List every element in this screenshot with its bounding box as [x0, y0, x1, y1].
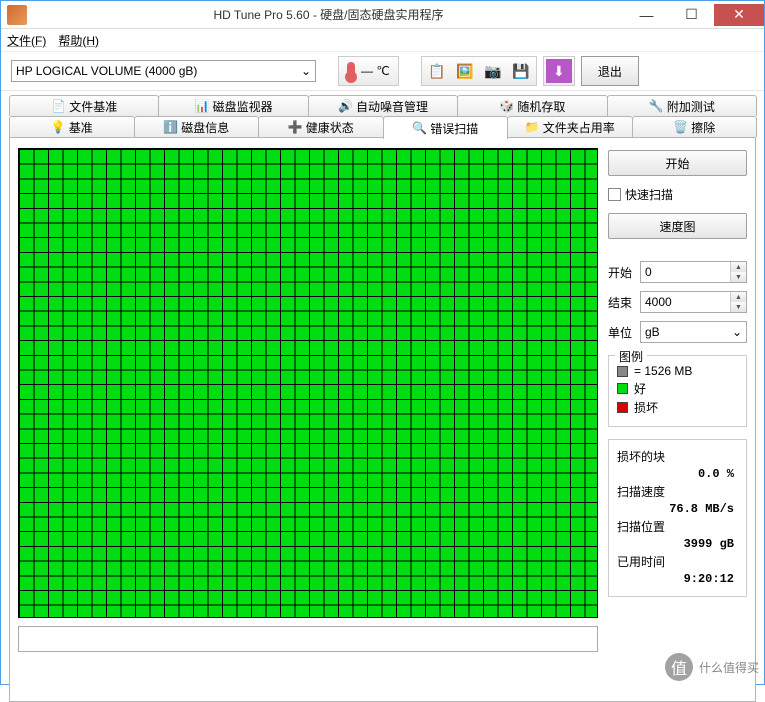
- tab-label: 错误扫描: [430, 120, 478, 137]
- menubar: 文件(F) 帮助(H): [1, 29, 764, 51]
- menu-help[interactable]: 帮助(H): [58, 32, 99, 49]
- legend-good-icon: [617, 383, 628, 394]
- legend-bad-icon: [617, 402, 628, 413]
- tab-磁盘监视器[interactable]: 📊 磁盘监视器: [158, 95, 308, 116]
- quickscan-label: 快速扫描: [625, 186, 673, 203]
- tab-label: 磁盘监视器: [213, 98, 273, 115]
- speed-value: 76.8 MB/s: [617, 502, 738, 516]
- minimize-button[interactable]: —: [624, 4, 669, 26]
- speed-label: 扫描速度: [617, 483, 738, 500]
- end-input[interactable]: 4000 ▲▼: [640, 291, 747, 313]
- chevron-down-icon: ⌄: [301, 64, 311, 78]
- window-title: HD Tune Pro 5.60 - 硬盘/固态硬盘实用程序: [33, 6, 624, 23]
- tab-健康状态[interactable]: ➕ 健康状态: [258, 116, 384, 137]
- start-input[interactable]: 0 ▲▼: [640, 261, 747, 283]
- tab-icon: 🎲: [499, 99, 513, 113]
- spin-up-icon[interactable]: ▲: [731, 262, 746, 272]
- tab-label: 文件基准: [69, 98, 117, 115]
- watermark: 值 什么值得买: [665, 653, 759, 681]
- tab-label: 健康状态: [306, 119, 354, 136]
- app-icon: [7, 5, 27, 25]
- tab-label: 擦除: [691, 119, 715, 136]
- tab-icon: 📄: [51, 99, 65, 113]
- start-button[interactable]: 开始: [608, 150, 747, 176]
- tab-icon: 🔧: [649, 99, 663, 113]
- thermometer-icon: [347, 62, 355, 80]
- tab-文件基准[interactable]: 📄 文件基准: [9, 95, 159, 116]
- legend-blocksize: = 1526 MB: [634, 364, 692, 378]
- drive-select-value: HP LOGICAL VOLUME (4000 gB): [16, 64, 197, 78]
- unit-value: gB: [645, 325, 660, 339]
- tab-随机存取[interactable]: 🎲 随机存取: [457, 95, 607, 116]
- chevron-down-icon: ⌄: [732, 325, 742, 339]
- tab-label: 磁盘信息: [181, 119, 229, 136]
- watermark-text: 什么值得买: [699, 659, 759, 676]
- pos-value: 3999 gB: [617, 537, 738, 551]
- spin-down-icon[interactable]: ▼: [731, 272, 746, 282]
- pos-label: 扫描位置: [617, 518, 738, 535]
- save-button[interactable]: 💾: [508, 59, 534, 83]
- close-button[interactable]: ✕: [714, 4, 764, 26]
- tab-icon: ℹ️: [163, 120, 177, 134]
- start-label: 开始: [608, 264, 636, 281]
- temperature-display: — ℃: [338, 56, 399, 86]
- temperature-value: — ℃: [361, 64, 390, 78]
- start-value: 0: [645, 265, 652, 279]
- exit-button[interactable]: 退出: [581, 56, 639, 86]
- end-label: 结束: [608, 294, 636, 311]
- damaged-value: 0.0 %: [617, 467, 738, 481]
- toolbar: HP LOGICAL VOLUME (4000 gB) ⌄ — ℃ 📋 🖼️ 📷…: [1, 51, 764, 91]
- screenshot-button[interactable]: 📷: [480, 59, 506, 83]
- tab-icon: 🔊: [338, 99, 352, 113]
- legend-block-icon: [617, 366, 628, 377]
- tab-磁盘信息[interactable]: ℹ️ 磁盘信息: [134, 116, 260, 137]
- end-value: 4000: [645, 295, 672, 309]
- copy-info-button[interactable]: 📋: [424, 59, 450, 83]
- progress-bar: [18, 626, 598, 652]
- drive-select[interactable]: HP LOGICAL VOLUME (4000 gB) ⌄: [11, 60, 316, 82]
- tab-icon: 📊: [195, 99, 209, 113]
- tab-附加测试[interactable]: 🔧 附加测试: [607, 95, 757, 116]
- tab-label: 基准: [69, 119, 93, 136]
- tab-自动噪音管理[interactable]: 🔊 自动噪音管理: [308, 95, 458, 116]
- tab-icon: 📁: [525, 120, 539, 134]
- damaged-label: 损坏的块: [617, 448, 738, 465]
- unit-select[interactable]: gB ⌄: [640, 321, 747, 343]
- tab-icon: 💡: [51, 120, 65, 134]
- time-value: 9:20:12: [617, 572, 738, 586]
- tab-label: 自动噪音管理: [356, 98, 428, 115]
- copy-screenshot-button[interactable]: 🖼️: [452, 59, 478, 83]
- menu-file[interactable]: 文件(F): [7, 32, 46, 49]
- scan-block-grid: [18, 148, 598, 618]
- options-button[interactable]: ⬇: [546, 59, 572, 83]
- tab-icon: ➕: [288, 120, 302, 134]
- quickscan-checkbox[interactable]: [608, 188, 621, 201]
- tab-label: 附加测试: [667, 98, 715, 115]
- tab-基准[interactable]: 💡 基准: [9, 116, 135, 137]
- speedmap-button[interactable]: 速度图: [608, 213, 747, 239]
- spin-down-icon[interactable]: ▼: [731, 302, 746, 312]
- tab-icon: 🔍: [412, 121, 426, 135]
- spin-up-icon[interactable]: ▲: [731, 292, 746, 302]
- legend-bad: 损坏: [634, 399, 658, 416]
- tab-错误扫描[interactable]: 🔍 错误扫描: [383, 116, 509, 139]
- tab-icon: 🗑️: [673, 120, 687, 134]
- tab-label: 文件夹占用率: [543, 119, 615, 136]
- time-label: 已用时间: [617, 553, 738, 570]
- tab-label: 随机存取: [517, 98, 565, 115]
- unit-label: 单位: [608, 324, 636, 341]
- maximize-button[interactable]: ☐: [669, 4, 714, 26]
- legend-title: 图例: [615, 348, 647, 365]
- watermark-icon: 值: [665, 653, 693, 681]
- tab-擦除[interactable]: 🗑️ 擦除: [632, 116, 758, 137]
- tab-文件夹占用率[interactable]: 📁 文件夹占用率: [507, 116, 633, 137]
- legend-good: 好: [634, 380, 646, 397]
